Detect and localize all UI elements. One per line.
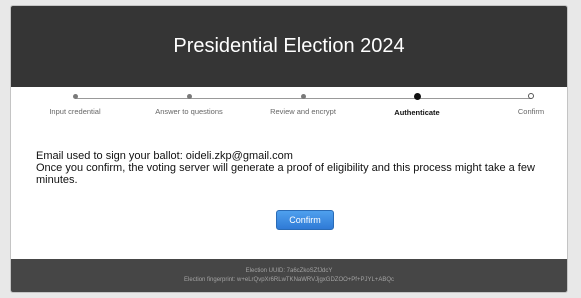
election-uuid: Election UUID: 7a6cZkoSZfJdcY: [245, 268, 333, 274]
info-line: Once you confirm, the voting server will…: [36, 162, 535, 186]
step-label: Input credential: [49, 107, 101, 116]
step-label: Confirm: [517, 107, 545, 116]
progress-steps: Input credential Answer to questions Rev…: [17, 91, 563, 131]
step-dot-icon: [72, 94, 78, 99]
step-label: Authenticate: [394, 108, 440, 117]
email-line: Email used to sign your ballot: oideli.z…: [36, 150, 293, 162]
main-content: Email used to sign your ballot: oideli.z…: [36, 150, 556, 186]
header-bar: Presidential Election 2024: [11, 6, 567, 87]
step-dot-icon: [413, 93, 421, 100]
step-dot-icon: [186, 94, 192, 99]
confirm-button[interactable]: Confirm: [276, 210, 334, 230]
step-confirm: Confirm: [476, 91, 567, 116]
step-input-credential: Input credential: [20, 91, 130, 116]
step-answer-questions: Answer to questions: [134, 91, 244, 116]
step-label: Review and encrypt: [270, 107, 336, 116]
step-authenticate: Authenticate: [362, 91, 472, 117]
step-review-encrypt: Review and encrypt: [248, 91, 358, 116]
election-fingerprint: Election fingerprint: w+eLrQvpXr6RLwTKNa…: [184, 277, 394, 283]
step-label: Answer to questions: [155, 107, 223, 116]
step-dot-icon: [300, 94, 306, 99]
step-circle-icon: [528, 93, 534, 99]
footer: Election UUID: 7a6cZkoSZfJdcY Election f…: [11, 259, 567, 292]
page-title: Presidential Election 2024: [173, 35, 405, 57]
election-page: Presidential Election 2024 Input credent…: [10, 5, 568, 293]
